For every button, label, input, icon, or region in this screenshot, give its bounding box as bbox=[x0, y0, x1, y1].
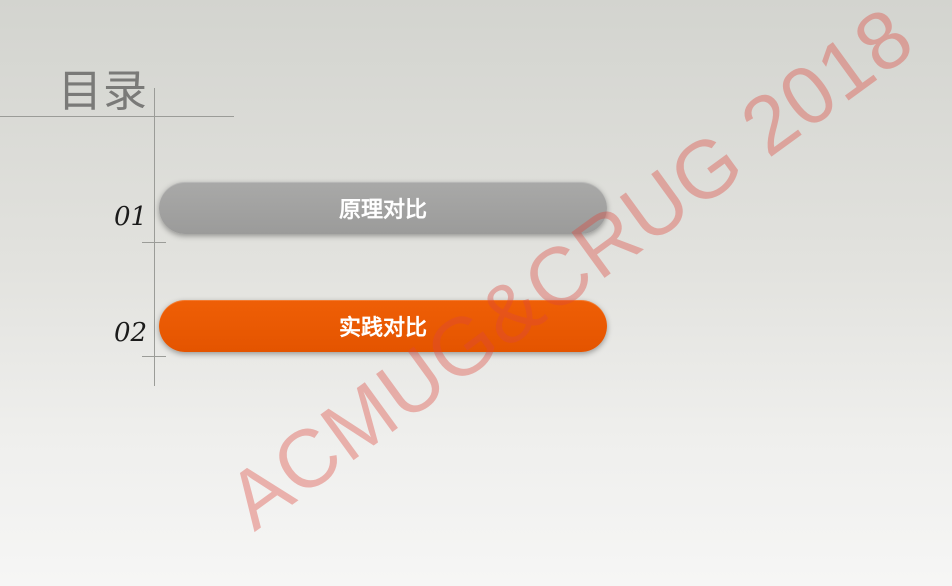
toc-item-principle-comparison[interactable]: 原理对比 bbox=[159, 182, 607, 234]
title-divider bbox=[0, 116, 234, 117]
toc-item-practice-comparison[interactable]: 实践对比 bbox=[159, 300, 607, 352]
timeline-tick-1 bbox=[142, 242, 166, 243]
slide: 目录 01 原理对比 02 实践对比 ACMUG&CRUG 2018 bbox=[0, 0, 952, 586]
toc-item-label: 原理对比 bbox=[338, 198, 427, 223]
toc-item-label: 实践对比 bbox=[338, 316, 427, 341]
watermark: ACMUG&CRUG 2018 bbox=[211, 0, 930, 547]
timeline-tick-2 bbox=[142, 356, 166, 357]
page-title: 目录 bbox=[58, 66, 148, 117]
timeline-line bbox=[154, 88, 155, 386]
item-number-2: 02 bbox=[114, 318, 148, 348]
item-number-1: 01 bbox=[114, 202, 148, 232]
